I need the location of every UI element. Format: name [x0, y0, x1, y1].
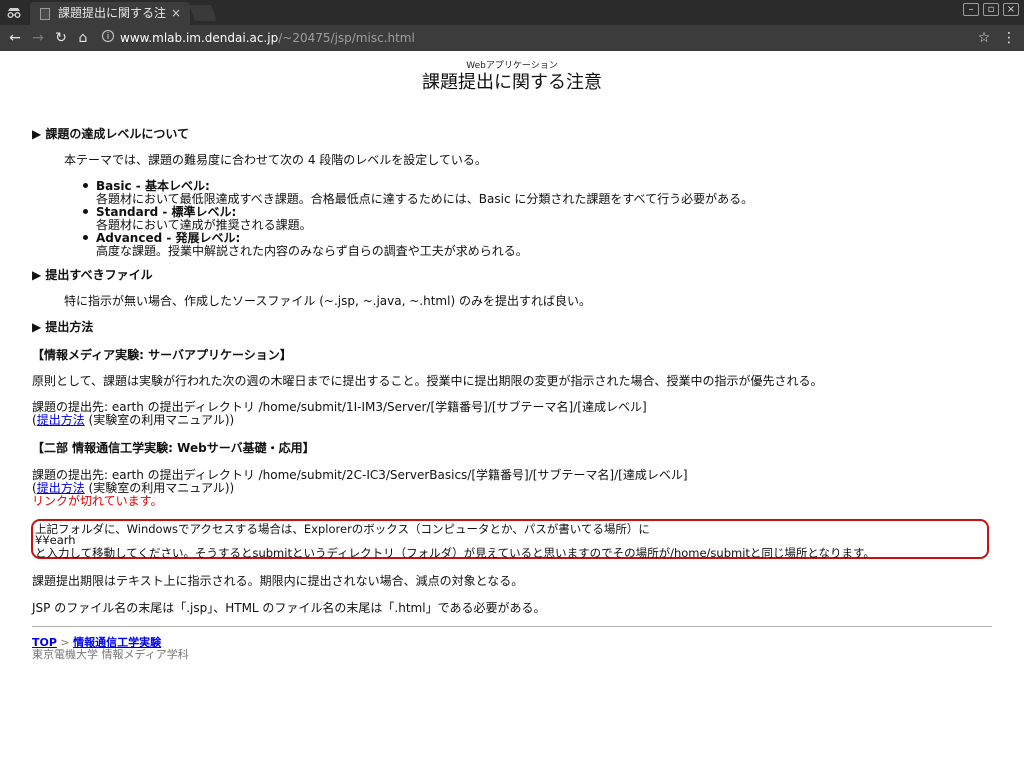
deadline-text: 課題提出期限はテキスト上に指示される。期限内に提出されない場合、減点の対象となる…	[32, 574, 524, 588]
media-submission-method-link[interactable]: 提出方法	[37, 413, 85, 427]
page-content: Webアプリケーション 課題提出に関する注意 ▶ 課題の達成レベルについて 本テ…	[0, 51, 1024, 768]
address-bar[interactable]: www.mlab.im.dendai.ac.jp/~20475/jsp/misc…	[120, 28, 415, 48]
browser-menu-icon[interactable]: ⋮	[1000, 29, 1018, 47]
back-button[interactable]: ←	[6, 29, 24, 47]
levels-intro: 本テーマでは、課題の難易度に合わせて次の 4 段階のレベルを設定している。	[64, 153, 487, 167]
site-info-icon[interactable]: i	[102, 30, 114, 42]
home-button[interactable]: ⌂	[74, 29, 92, 47]
level-advanced-desc: 高度な課題。授業中解説された内容のみならず自らの調査や工夫が求められる。	[96, 244, 528, 258]
section-heading-files: ▶ 提出すべきファイル	[32, 268, 153, 282]
tab-bar: 課題提出に関する注 × – ▫ ×	[0, 0, 1024, 25]
browser-tab[interactable]: 課題提出に関する注 ×	[30, 2, 190, 25]
filename-text: JSP のファイル名の末尾は「.jsp」、HTML のファイル名の末尾は「.ht…	[32, 601, 546, 615]
tab-close-icon[interactable]: ×	[170, 2, 182, 25]
url-host: www.mlab.im.dendai.ac.jp	[120, 31, 279, 45]
footer-organization: 東京電機大学 情報メディア学科	[32, 648, 189, 661]
url-path: /~20475/jsp/misc.html	[278, 31, 415, 45]
incognito-icon	[6, 5, 22, 19]
minimize-button[interactable]: –	[963, 3, 979, 16]
broken-link-notice: リンクが切れています。	[32, 494, 163, 508]
maximize-button[interactable]: ▫	[983, 3, 999, 16]
forward-button[interactable]: →	[29, 29, 47, 47]
media-manual-line: (提出方法 (実験室の利用マニュアル))	[32, 413, 235, 427]
reload-button[interactable]: ↻	[52, 29, 70, 47]
close-window-button[interactable]: ×	[1003, 3, 1019, 16]
new-tab-button[interactable]	[189, 5, 217, 21]
notice-line-1: 上記フォルダに、Windowsでアクセスする場合は、Explorerのボックス（…	[35, 522, 650, 536]
media-heading: 【情報メディア実験: サーバアプリケーション】	[32, 348, 292, 362]
media-rule: 原則として、課題は実験が行われた次の週の木曜日までに提出すること。授業中に提出期…	[32, 374, 823, 388]
page-title: 課題提出に関する注意	[422, 72, 602, 93]
bookmark-star-icon[interactable]: ☆	[975, 29, 993, 47]
comm-heading: 【二部 情報通信工学実験: Webサーバ基礎・応用】	[32, 441, 315, 455]
section-heading-submission: ▶ 提出方法	[32, 320, 94, 334]
tab-title: 課題提出に関する注	[58, 6, 167, 20]
list-bullet	[83, 209, 88, 214]
section-heading-levels: ▶ 課題の達成レベルについて	[32, 127, 190, 141]
page-favicon-icon	[40, 8, 50, 20]
files-text: 特に指示が無い場合、作成したソースファイル (~.jsp, ~.java, ~.…	[64, 294, 591, 308]
notice-line-3: と入力して移動してください。そうするとsubmitというディレクトリ（フォルダ）…	[35, 546, 875, 560]
list-bullet	[83, 183, 88, 188]
list-bullet	[83, 235, 88, 240]
footer-divider	[32, 626, 992, 627]
